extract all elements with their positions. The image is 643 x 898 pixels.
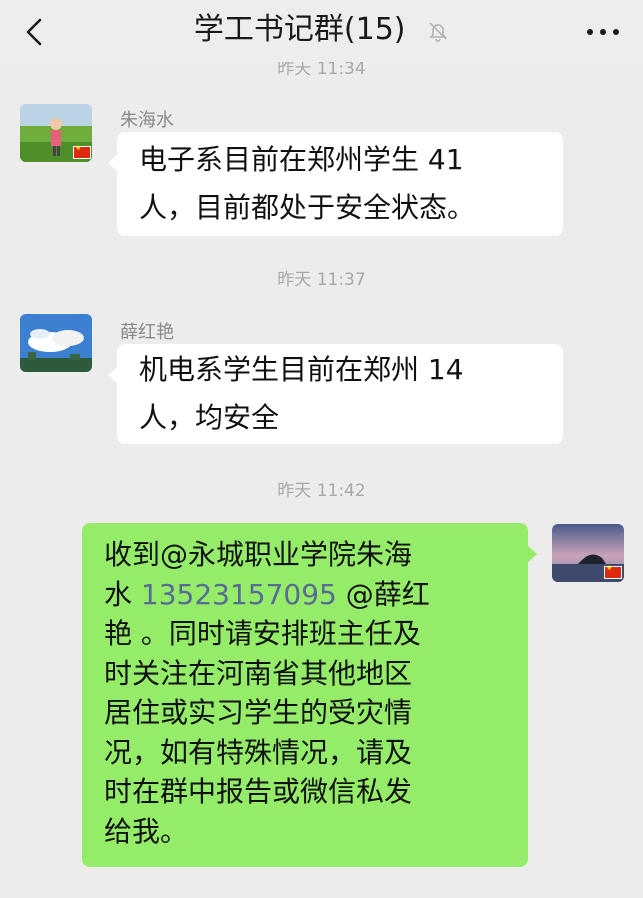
message-line: 收到@永城职业学院朱海 [104,538,413,571]
message-line: 给我。 [104,814,189,848]
bell-off-icon [429,21,447,42]
avatar-photo [20,314,92,372]
sender-name: 薛红艳 [120,322,174,343]
message-line: 人，目前都处于安全状态。 [139,191,476,224]
chat-title-wrap: 学工书记群(15) [0,10,643,50]
chat-header: 学工书记群(15) [0,0,643,62]
flag-icon [604,564,622,579]
message-line: 电子系目前在郑州学生 41 [139,143,464,176]
more-dots-icon [587,29,619,35]
message-line: 人，均安全 [139,401,280,434]
message-line: 时关注在河南省其他地区 [104,656,413,690]
avatar[interactable] [20,314,92,372]
chat-title: 学工书记群(15) [193,12,406,47]
timestamp: 昨天 11:37 [277,270,366,290]
timestamp: 昨天 11:42 [277,481,366,501]
message-bubble[interactable]: 收到@永城职业学院朱海 水 13523157095 @薛红 艳 。同时请安排班主… [82,523,537,867]
message-text: @薛红 [336,577,430,611]
flag-icon [73,144,91,159]
message-line: 居住或实习学生的受灾情 [104,696,413,729]
message-bubble[interactable]: 机电系学生目前在郑州 14 人，均安全 [108,344,563,444]
message-line: 水 13523157095 @薛红 [104,575,506,615]
message-line: 机电系学生目前在郑州 14 [139,353,464,386]
message-bubble[interactable]: 电子系目前在郑州学生 41 人，目前都处于安全状态。 [108,132,563,236]
message-text: 水 [104,577,141,611]
sender-name: 朱海水 [120,110,174,131]
message-line: 况，如有特殊情况，请及 [104,735,413,769]
message-line: 艳 。同时请安排班主任及 [104,617,421,650]
message-line: 时在群中报告或微信私发 [104,775,413,808]
more-button[interactable] [581,12,625,52]
chat-window: 学工书记群(15) 昨天 11:34 朱海水 [0,0,643,898]
phone-link[interactable]: 13523157095 [141,578,337,611]
